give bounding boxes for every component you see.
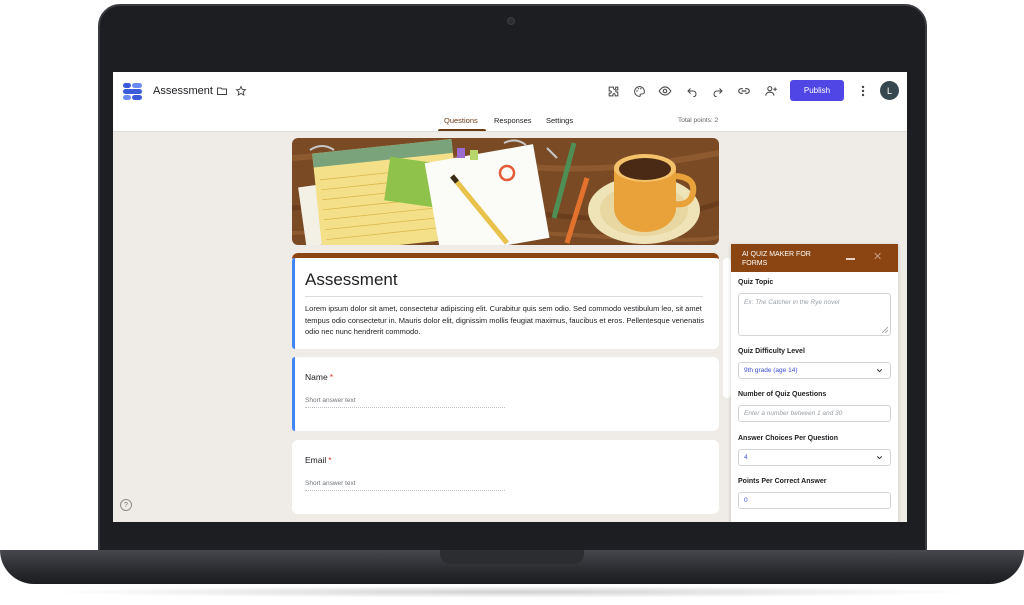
required-asterisk: * [329,372,333,382]
short-answer-field[interactable]: Short answer text [305,480,505,491]
difficulty-label: Quiz Difficulty Level [738,348,805,355]
total-points-label: Total points: 2 [678,117,719,124]
forms-logo-icon[interactable] [123,82,142,101]
question-card-email[interactable]: Email * Short answer text [292,440,719,514]
quiz-topic-label: Quiz Topic [738,279,774,286]
question-card-name[interactable]: Name * Short answer text [292,357,719,431]
addon-icon[interactable] [605,83,621,99]
num-questions-label: Number of Quiz Questions [738,391,827,398]
tab-questions[interactable]: Questions [444,116,478,125]
panel-header: AI QUIZ MAKER FOR FORMS ✕ [731,244,898,272]
minimize-icon[interactable] [846,258,855,260]
difficulty-value: 9th grade (age 14) [744,367,798,374]
document-title[interactable]: Assessment [153,85,213,97]
chevron-down-icon [876,456,883,460]
form-description[interactable]: Lorem ipsum dolor sit amet, consectetur … [305,303,707,338]
choices-select[interactable]: 4 [738,449,891,466]
question-title: Email [305,455,327,465]
points-value: 0 [744,497,748,504]
resize-handle-icon[interactable] [882,327,888,333]
tab-bar: Questions Responses Settings Total point… [113,110,907,132]
active-card-indicator [292,258,295,349]
num-questions-placeholder: Enter a number between 1 and 30 [744,410,843,417]
points-label: Points Per Correct Answer [738,478,827,485]
num-questions-input[interactable]: Enter a number between 1 and 30 [738,405,891,422]
star-icon[interactable] [235,84,247,102]
header-image [292,138,719,245]
quiz-topic-placeholder: Ex: The Catcher in the Rye novel [744,299,840,306]
ai-quiz-maker-panel: AI QUIZ MAKER FOR FORMS ✕ Quiz Topic Ex:… [731,244,898,522]
floating-toolbar [723,258,731,398]
question-label: Email * [305,455,332,465]
app-screen: Assessment Publish L Questions Responses… [113,72,907,522]
laptop-shadow [40,586,984,598]
question-title: Name [305,372,328,382]
link-icon[interactable] [736,83,752,99]
quiz-topic-input[interactable]: Ex: The Catcher in the Rye novel [738,293,891,336]
points-input[interactable]: 0 [738,492,891,509]
avatar[interactable]: L [880,81,899,100]
form-title-card[interactable]: Assessment Lorem ipsum dolor sit amet, c… [292,253,719,349]
title-divider [305,296,703,297]
redo-icon[interactable] [710,83,726,99]
choices-value: 4 [744,454,748,461]
laptop-notch [440,550,584,564]
palette-icon[interactable] [631,83,647,99]
preview-eye-icon[interactable] [657,83,673,99]
form-title[interactable]: Assessment [305,270,398,290]
more-vert-icon[interactable] [859,83,867,99]
add-collaborator-icon[interactable] [763,83,779,99]
folder-icon[interactable] [216,84,228,102]
help-icon[interactable]: ? [120,499,132,511]
camera-dot [507,17,515,25]
short-answer-field[interactable]: Short answer text [305,397,505,408]
undo-icon[interactable] [684,83,700,99]
publish-button[interactable]: Publish [790,80,844,101]
question-label: Name * [305,372,333,382]
tab-settings[interactable]: Settings [546,116,573,125]
required-asterisk: * [328,455,332,465]
choices-label: Answer Choices Per Question [738,435,838,442]
active-tab-indicator [438,129,486,131]
panel-title: AI QUIZ MAKER FOR FORMS [742,251,811,267]
tab-responses[interactable]: Responses [494,116,532,125]
close-icon[interactable]: ✕ [873,251,882,263]
active-card-indicator [292,357,295,431]
difficulty-select[interactable]: 9th grade (age 14) [738,362,891,379]
chevron-down-icon [876,369,883,373]
top-bar: Assessment Publish L [113,72,907,110]
